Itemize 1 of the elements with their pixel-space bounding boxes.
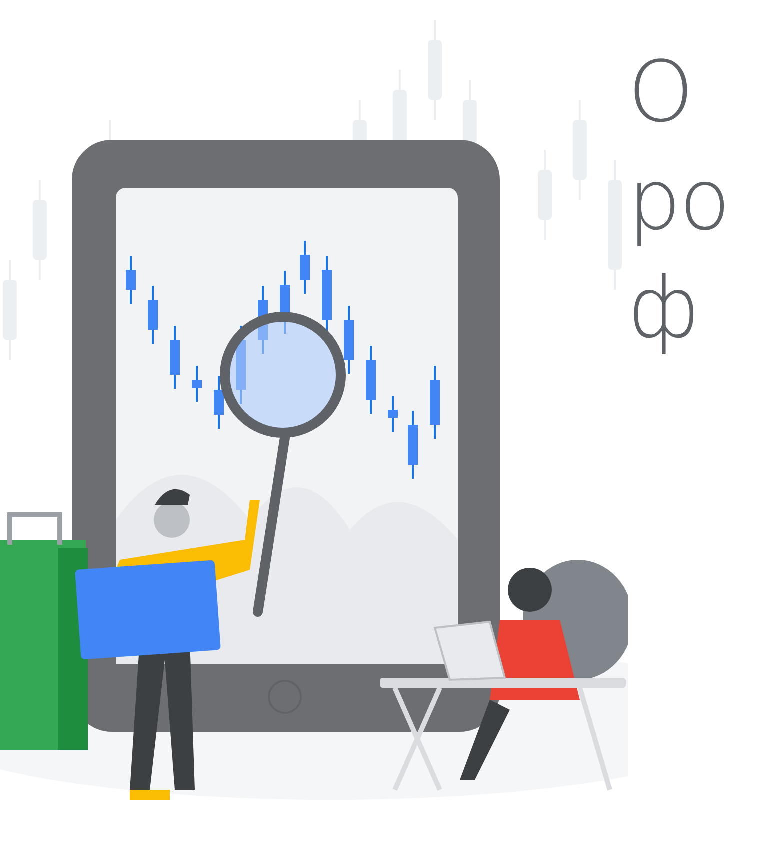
page-heading: О ро ф <box>628 42 729 359</box>
